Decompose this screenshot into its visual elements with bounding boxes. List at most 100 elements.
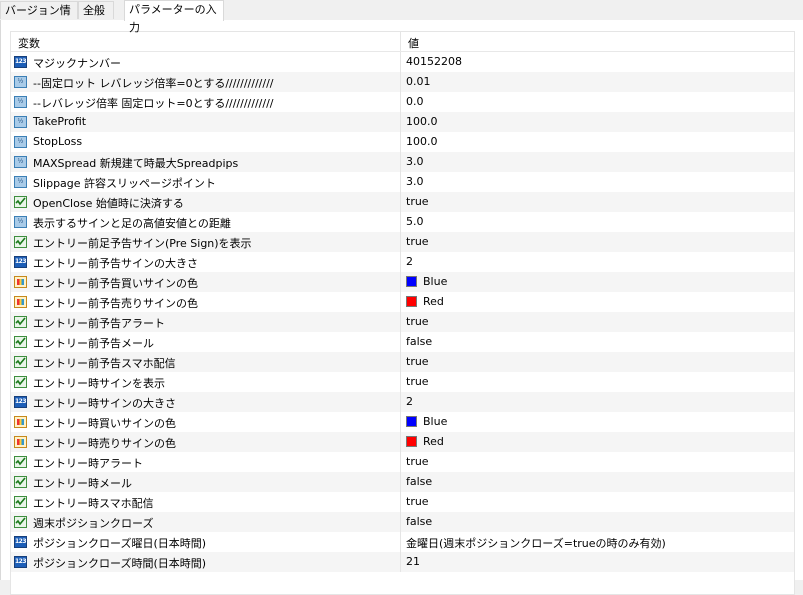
integer-icon: 123	[14, 396, 27, 408]
parameter-name: MAXSpread 新規建て時最大Spreadpips	[33, 157, 239, 170]
tab-parameters[interactable]: パラメーターの入力	[124, 0, 224, 34]
parameter-row[interactable]: 123 ポジションクローズ曜日(日本時間) 金曜日(週末ポジションクローズ=true…	[11, 532, 794, 552]
color-icon	[14, 276, 27, 288]
parameter-value[interactable]: 0.0	[406, 95, 424, 108]
parameter-row[interactable]: ½ 表示するサインと足の高値安値との距離 5.0	[11, 212, 794, 232]
parameter-value[interactable]: 40152208	[406, 55, 462, 68]
parameter-row[interactable]: ½ TakeProfit 100.0	[11, 112, 794, 132]
parameter-value[interactable]: 金曜日(週末ポジションクローズ=trueの時のみ有効)	[406, 535, 666, 551]
column-divider	[400, 412, 401, 432]
color-swatch[interactable]	[406, 276, 417, 287]
column-divider	[400, 532, 401, 552]
parameter-value[interactable]: true	[406, 495, 429, 508]
parameter-name: --固定ロット レバレッジ倍率=0とする/////////////	[33, 77, 274, 90]
parameter-row[interactable]: エントリー時買いサインの色 Blue	[11, 412, 794, 432]
boolean-icon	[14, 336, 27, 348]
double-icon: ½	[14, 76, 27, 88]
parameter-value[interactable]: 3.0	[406, 175, 424, 188]
parameter-value[interactable]: 0.01	[406, 75, 431, 88]
parameter-row[interactable]: ½ --レバレッジ倍率 固定ロット=0とする///////////// 0.0	[11, 92, 794, 112]
parameter-row[interactable]: エントリー時売りサインの色 Red	[11, 432, 794, 452]
double-icon: ½	[14, 136, 27, 148]
parameter-value[interactable]: Red	[423, 435, 444, 448]
parameter-name: エントリー前予告アラート	[33, 317, 165, 330]
parameter-value[interactable]: Blue	[423, 275, 447, 288]
parameter-row[interactable]: ½ MAXSpread 新規建て時最大Spreadpips 3.0	[11, 152, 794, 172]
parameter-value[interactable]: Red	[423, 295, 444, 308]
parameter-value[interactable]: true	[406, 195, 429, 208]
parameter-row[interactable]: 週末ポジションクローズ false	[11, 512, 794, 532]
boolean-icon	[14, 236, 27, 248]
parameter-name: エントリー時サインの大きさ	[33, 397, 176, 410]
parameter-row[interactable]: OpenClose 始値時に決済する true	[11, 192, 794, 212]
column-header-value[interactable]: 値	[408, 35, 419, 51]
double-icon: ½	[14, 116, 27, 128]
parameter-row[interactable]: エントリー前予告スマホ配信 true	[11, 352, 794, 372]
parameter-value[interactable]: false	[406, 335, 432, 348]
parameter-value[interactable]: 100.0	[406, 115, 438, 128]
parameter-name: 週末ポジションクローズ	[33, 517, 154, 530]
parameter-row[interactable]: ½ Slippage 許容スリッページポイント 3.0	[11, 172, 794, 192]
parameter-name: 表示するサインと足の高値安値との距離	[33, 217, 231, 230]
boolean-icon	[14, 476, 27, 488]
parameter-row[interactable]: ½ StopLoss 100.0	[11, 132, 794, 152]
parameter-name: エントリー前予告スマホ配信	[33, 357, 176, 370]
column-divider	[400, 292, 401, 312]
parameter-name: エントリー時売りサインの色	[33, 437, 176, 450]
parameter-row[interactable]: 123 マジックナンバー 40152208	[11, 52, 794, 72]
column-divider	[400, 52, 401, 72]
integer-icon: 123	[14, 536, 27, 548]
parameter-row[interactable]: 123 エントリー前予告サインの大きさ 2	[11, 252, 794, 272]
parameter-value[interactable]: Blue	[423, 415, 447, 428]
parameter-row[interactable]: エントリー前足予告サイン(Pre Sign)を表示 true	[11, 232, 794, 252]
double-icon: ½	[14, 216, 27, 228]
double-icon: ½	[14, 96, 27, 108]
boolean-icon	[14, 376, 27, 388]
parameter-row[interactable]: 123 エントリー時サインの大きさ 2	[11, 392, 794, 412]
parameter-value[interactable]: 21	[406, 555, 420, 568]
integer-icon: 123	[14, 256, 27, 268]
parameter-row[interactable]: エントリー前予告売りサインの色 Red	[11, 292, 794, 312]
parameter-row[interactable]: エントリー時スマホ配信 true	[11, 492, 794, 512]
tab-version-info[interactable]: バージョン情報	[0, 1, 78, 35]
parameter-value[interactable]: true	[406, 375, 429, 388]
column-divider	[400, 432, 401, 452]
tab-general[interactable]: 全般	[78, 1, 114, 19]
parameter-value[interactable]: true	[406, 235, 429, 248]
parameter-row[interactable]: エントリー前予告買いサインの色 Blue	[11, 272, 794, 292]
color-swatch[interactable]	[406, 296, 417, 307]
parameter-value[interactable]: true	[406, 315, 429, 328]
parameter-row[interactable]: エントリー前予告アラート true	[11, 312, 794, 332]
parameter-row[interactable]: エントリー前予告メール false	[11, 332, 794, 352]
integer-icon: 123	[14, 556, 27, 568]
boolean-icon	[14, 196, 27, 208]
parameter-value[interactable]: 3.0	[406, 155, 424, 168]
column-divider[interactable]	[400, 32, 401, 51]
parameter-value[interactable]: 5.0	[406, 215, 424, 228]
parameter-value[interactable]: 100.0	[406, 135, 438, 148]
parameter-row[interactable]: エントリー時メール false	[11, 472, 794, 492]
column-divider	[400, 232, 401, 252]
parameter-value[interactable]: true	[406, 355, 429, 368]
boolean-icon	[14, 356, 27, 368]
parameter-name: エントリー前予告売りサインの色	[33, 297, 198, 310]
boolean-icon	[14, 456, 27, 468]
color-icon	[14, 436, 27, 448]
parameter-row[interactable]: エントリー時サインを表示 true	[11, 372, 794, 392]
parameter-row[interactable]: 123 ポジションクローズ時間(日本時間) 21	[11, 552, 794, 572]
parameter-row[interactable]: ½ --固定ロット レバレッジ倍率=0とする///////////// 0.01	[11, 72, 794, 92]
parameter-name: ポジションクローズ時間(日本時間)	[33, 557, 207, 570]
parameter-rows: 123 マジックナンバー 40152208 ½ --固定ロット レバレッジ倍率=0とする…	[11, 52, 794, 572]
color-swatch[interactable]	[406, 436, 417, 447]
integer-icon: 123	[14, 56, 27, 68]
parameter-value[interactable]: 2	[406, 395, 413, 408]
parameter-value[interactable]: 2	[406, 255, 413, 268]
parameter-row[interactable]: エントリー時アラート true	[11, 452, 794, 472]
color-swatch[interactable]	[406, 416, 417, 427]
parameter-value[interactable]: false	[406, 515, 432, 528]
parameter-value[interactable]: false	[406, 475, 432, 488]
parameter-value[interactable]: true	[406, 455, 429, 468]
column-header-variable[interactable]: 変数	[18, 35, 40, 51]
column-divider	[400, 312, 401, 332]
parameter-name: エントリー前予告買いサインの色	[33, 277, 198, 290]
